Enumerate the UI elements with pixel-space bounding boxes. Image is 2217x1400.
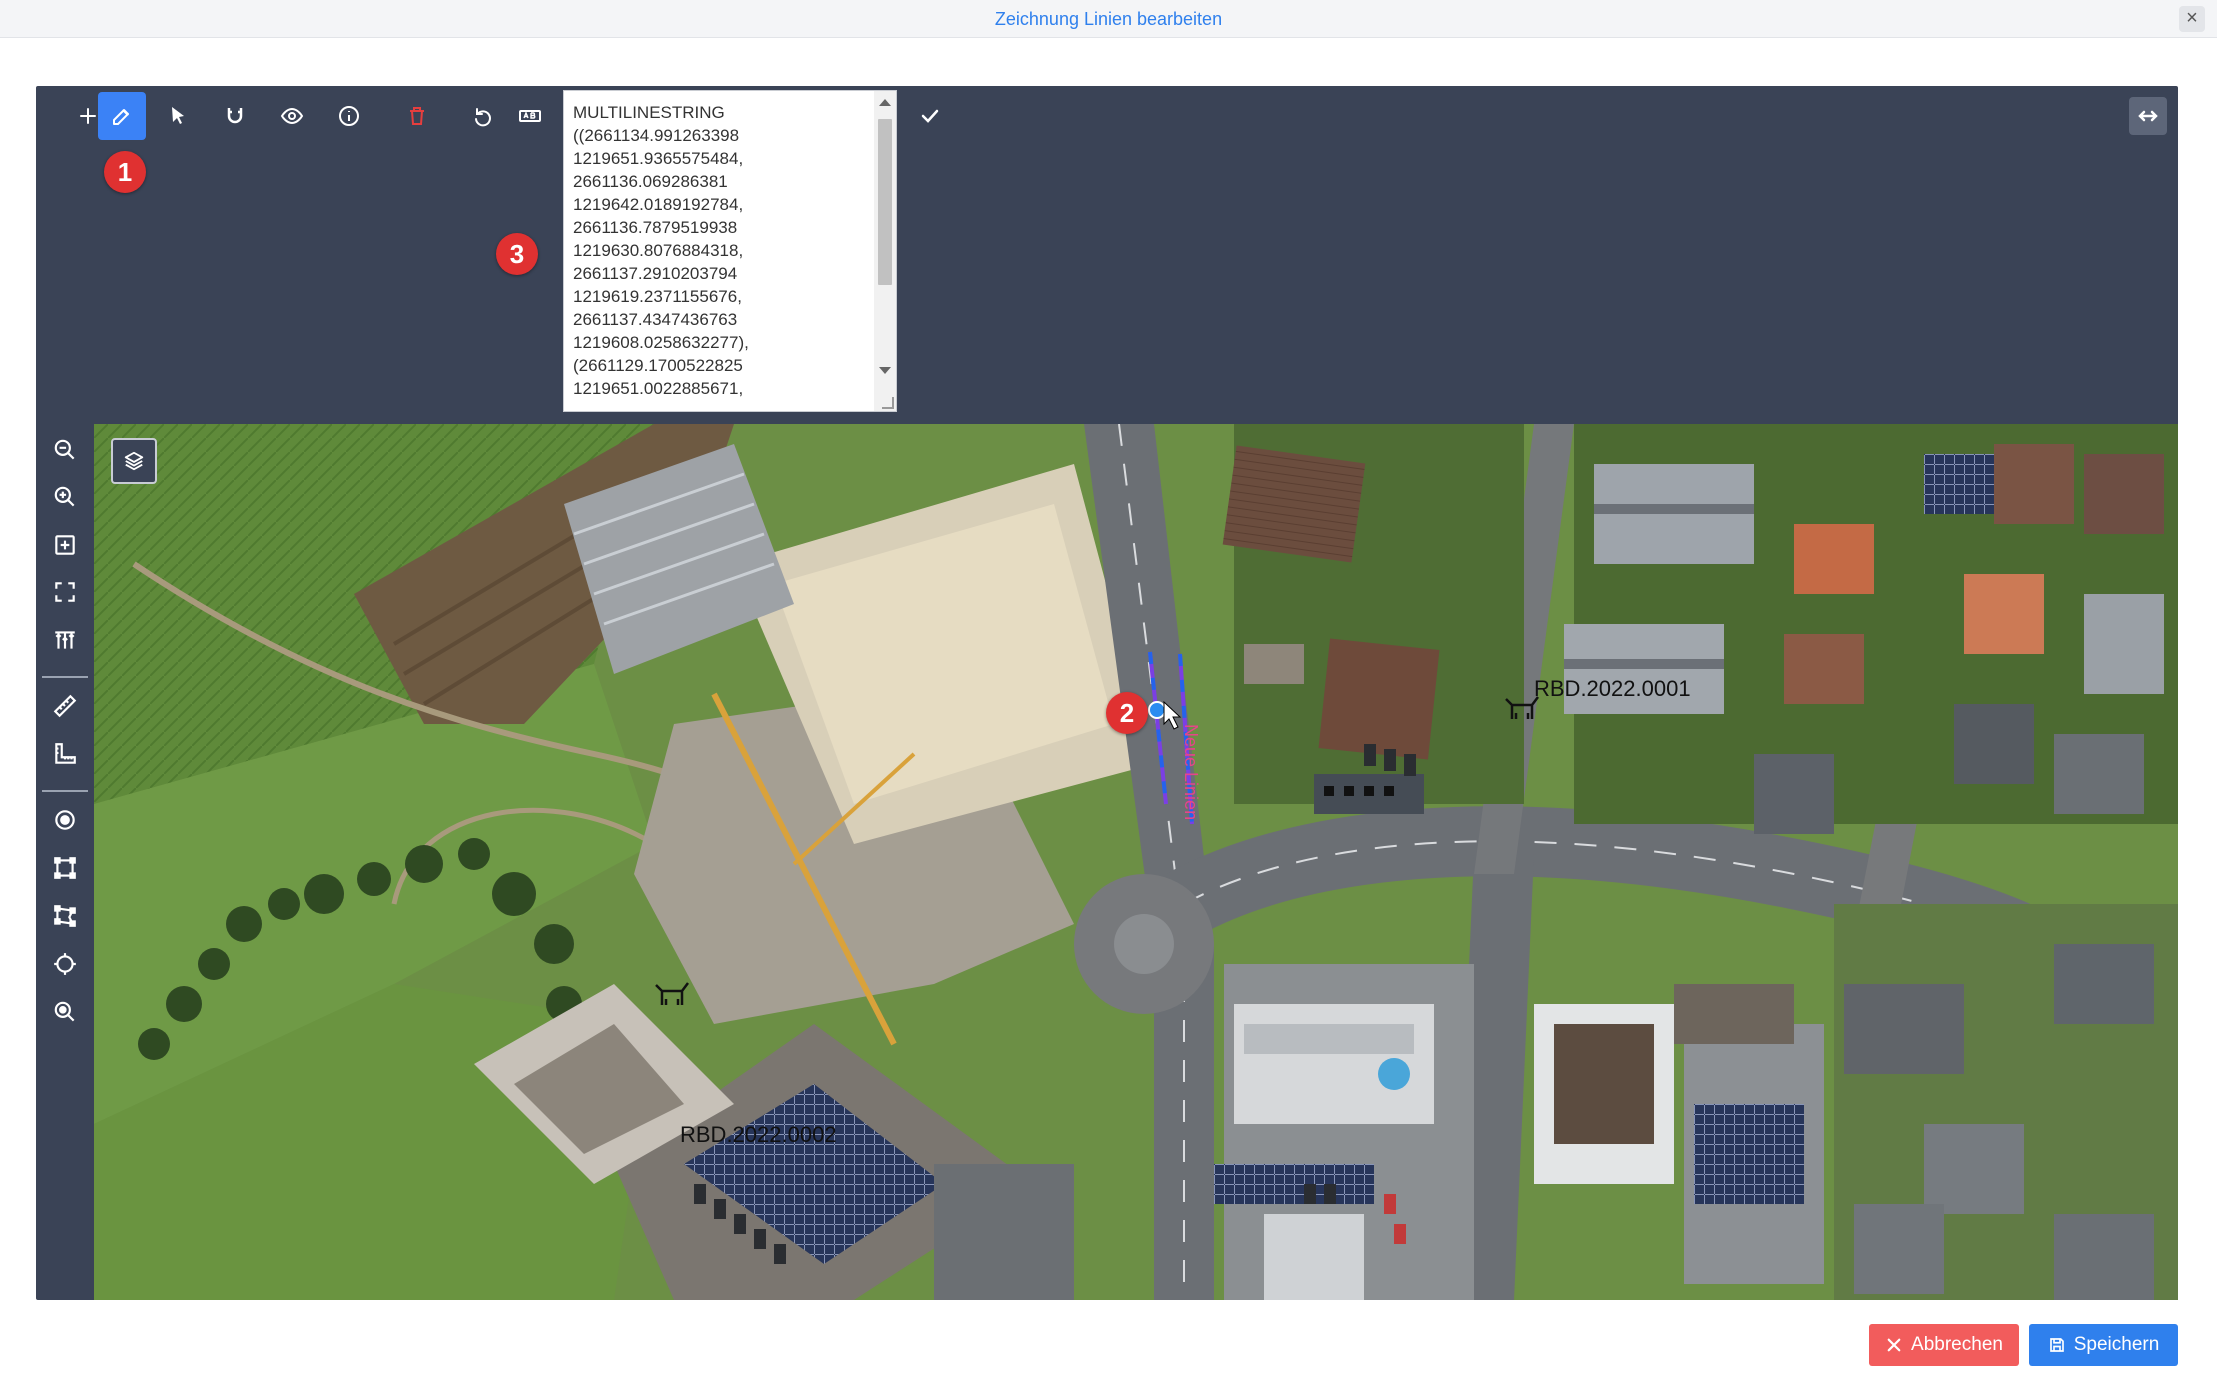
measure-area-button[interactable] [41, 732, 89, 776]
edit-tool-button[interactable] [98, 92, 146, 140]
visibility-tool-button[interactable] [268, 92, 316, 140]
check-icon [921, 109, 939, 123]
save-icon [2049, 1338, 2064, 1352]
text-field-icon [519, 110, 541, 122]
save-label: Speichern [2073, 1334, 2160, 1355]
map-view[interactable]: RBD.2022.0001 RBD.2022.0002 Neue Linien [94, 424, 2178, 1300]
measure-line-icon [53, 694, 77, 718]
wkt-scrollbar[interactable] [874, 91, 896, 411]
save-button[interactable]: Speichern [2029, 1324, 2178, 1366]
select-icon [172, 107, 184, 124]
draw-point-icon [55, 810, 75, 830]
add-icon [80, 108, 96, 124]
delete-icon [410, 107, 424, 125]
select-tool-button[interactable] [154, 92, 202, 140]
pan-button[interactable] [41, 618, 89, 662]
line-editor: MULTILINESTRING ((2661134.991263398 1219… [36, 86, 2178, 1300]
undo-tool-button[interactable] [458, 92, 506, 140]
scroll-down-icon[interactable] [879, 367, 891, 374]
delete-tool-button[interactable] [393, 92, 441, 140]
close-button[interactable]: × [2179, 6, 2205, 32]
search-zoom-icon [54, 1001, 75, 1022]
draw-freehand-icon [54, 905, 76, 927]
cancel-label: Abbrechen [1911, 1334, 2003, 1355]
cancel-button[interactable]: Abbrechen [1869, 1324, 2019, 1366]
toolbar-divider [42, 676, 88, 678]
zoom-box-icon [55, 535, 75, 555]
draw-rectangle-button[interactable] [41, 846, 89, 890]
wkt-textarea[interactable]: MULTILINESTRING ((2661134.991263398 1219… [563, 90, 897, 412]
layers-icon [124, 451, 144, 471]
full-extent-icon [55, 582, 75, 602]
measure-line-button[interactable] [41, 684, 89, 728]
measure-area-icon [55, 743, 76, 764]
line-feature-label: Neue Linien [1181, 724, 1201, 821]
zoom-box-button[interactable] [41, 523, 89, 567]
edit-icon [113, 109, 129, 125]
annotation-badge-3: 3 [496, 233, 538, 275]
text-input-tool-button[interactable] [506, 92, 554, 140]
apply-wkt-button[interactable] [906, 92, 954, 140]
draw-polygon-icon [54, 857, 76, 879]
zoom-out-icon [54, 439, 75, 460]
full-extent-button[interactable] [41, 570, 89, 614]
expand-horizontal-icon [2138, 110, 2158, 122]
map-toolbar [36, 422, 94, 1300]
eye-icon [280, 107, 304, 125]
gps-icon [54, 953, 76, 975]
info-icon [339, 106, 359, 126]
map-label-rbd-0002: RBD.2022.0002 [680, 1122, 837, 1147]
aerial-imagery [94, 424, 2178, 1300]
info-tool-button[interactable] [325, 92, 373, 140]
close-icon [1887, 1338, 1901, 1352]
layer-switcher-button[interactable] [111, 438, 157, 484]
draw-freehand-button[interactable] [41, 894, 89, 938]
window-title: Zeichnung Linien bearbeiten [994, 9, 1223, 29]
pan-icon [55, 631, 75, 649]
zoom-out-button[interactable] [41, 428, 89, 472]
annotation-badge-1: 1 [104, 151, 146, 193]
resize-handle-icon[interactable] [882, 397, 894, 409]
edit-toolbar: MULTILINESTRING ((2661134.991263398 1219… [36, 86, 2178, 422]
undo-icon [475, 108, 491, 127]
toolbar-divider [42, 790, 88, 792]
draw-point-button[interactable] [41, 798, 89, 842]
wkt-text[interactable]: MULTILINESTRING ((2661134.991263398 1219… [573, 101, 869, 405]
scroll-thumb[interactable] [878, 119, 892, 285]
expand-width-button[interactable] [2129, 97, 2167, 135]
search-zoom-button[interactable] [41, 990, 89, 1034]
zoom-in-icon [54, 486, 75, 507]
scroll-up-icon[interactable] [879, 99, 891, 106]
map-label-rbd-0001: RBD.2022.0001 [1534, 676, 1691, 701]
zoom-in-button[interactable] [41, 475, 89, 519]
annotation-badge-2: 2 [1106, 692, 1148, 734]
title-bar: Zeichnung Linien bearbeiten × [0, 0, 2217, 38]
snap-tool-button[interactable] [211, 92, 259, 140]
gps-button[interactable] [41, 942, 89, 986]
close-icon: × [2186, 7, 2198, 29]
magnet-icon [227, 108, 243, 124]
